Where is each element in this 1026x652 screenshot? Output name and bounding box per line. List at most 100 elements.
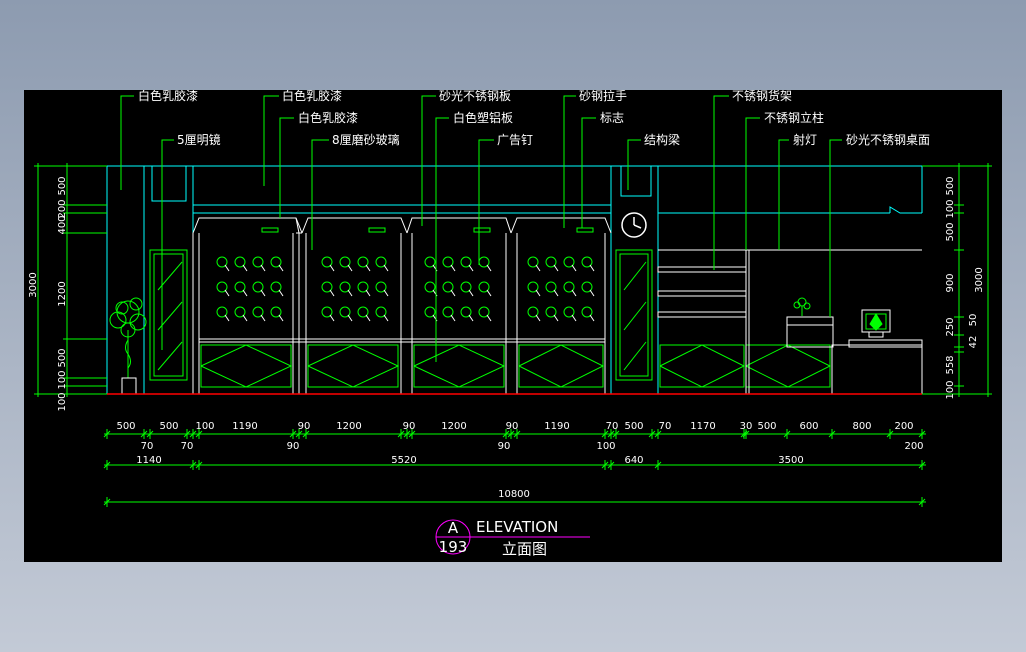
dim-b3: 500 — [159, 421, 178, 432]
annotation-labels: 白色乳胶漆 白色乳胶漆 砂光不锈钢板 砂钢拉手 不锈钢货架 白色乳胶漆 白色塑铝… — [138, 90, 930, 147]
display-peg-hook — [278, 264, 284, 272]
display-peg-hook — [535, 314, 541, 322]
dim-b16: 1170 — [690, 421, 715, 432]
dims-left: 3000 500 200 400 1200 500 100 100 — [28, 176, 68, 411]
display-peg-hook — [553, 314, 559, 322]
dimension-lines — [34, 163, 992, 503]
dim-b8: 1200 — [336, 421, 361, 432]
display-peg-hook — [347, 264, 353, 272]
cad-drawing-area: 白色乳胶漆 白色乳胶漆 砂光不锈钢板 砂钢拉手 不锈钢货架 白色乳胶漆 白色塑铝… — [24, 90, 1002, 562]
display-peg-hook — [365, 289, 371, 297]
dim-c5: 100 — [596, 441, 615, 452]
monitor-screen — [865, 313, 887, 331]
dim-left-400: 400 — [57, 215, 68, 234]
display-peg-hook — [329, 314, 335, 322]
label-mirror: 5厘明镜 — [177, 132, 221, 147]
display-peg-hook — [486, 314, 492, 322]
display-peg-hook — [329, 264, 335, 272]
display-peg-hook — [553, 264, 559, 272]
display-peg-hook — [260, 264, 266, 272]
dim-right-250: 250 — [945, 317, 956, 336]
display-peg-hook — [383, 264, 389, 272]
dim-b14: 500 — [624, 421, 643, 432]
phone-display-pegs — [216, 256, 595, 322]
dim-b20: 800 — [852, 421, 871, 432]
elevation-outline — [106, 165, 923, 395]
dim-c4: 90 — [498, 441, 511, 452]
dim-b7: 90 — [298, 421, 311, 432]
display-peg-hook — [468, 289, 474, 297]
label-white-plastic-aluminum: 白色塑铝板 — [453, 110, 513, 125]
label-ad-nail: 广告钉 — [497, 133, 533, 147]
display-peg-hook — [571, 264, 577, 272]
label-sanded-steel-plate: 砂光不锈钢板 — [439, 90, 511, 103]
label-white-latex-3: 白色乳胶漆 — [298, 110, 358, 125]
dim-b12: 1190 — [544, 421, 569, 432]
display-peg-hook — [468, 314, 474, 322]
display-peg-hook — [383, 289, 389, 297]
dim-b19: 600 — [799, 421, 818, 432]
label-steel-handle: 砂钢拉手 — [579, 90, 627, 103]
display-peg-hook — [589, 289, 595, 297]
dim-right-outer: 3000 — [974, 267, 985, 292]
display-peg-hook — [450, 314, 456, 322]
display-peg-hook — [571, 314, 577, 322]
dim-b11: 90 — [506, 421, 519, 432]
title-block: A 193 ELEVATION 立面图 — [435, 518, 590, 558]
dim-b18: 500 — [757, 421, 776, 432]
dim-left-500: 500 — [57, 176, 68, 195]
display-peg-hook — [571, 289, 577, 297]
display-peg-hook — [278, 289, 284, 297]
dim-right-500b: 500 — [945, 222, 956, 241]
section-letter: A — [448, 519, 459, 537]
dim-right-50: 50 — [968, 314, 979, 327]
display-peg-hook — [260, 314, 266, 322]
display-cabinets — [192, 217, 612, 394]
label-steel-shelf: 不锈钢货架 — [732, 90, 792, 103]
display-peg-hook — [535, 264, 541, 272]
dim-b5: 100 — [195, 421, 214, 432]
dim-left-100: 100 — [57, 370, 68, 389]
display-peg-hook — [242, 264, 248, 272]
label-white-latex-2: 白色乳胶漆 — [282, 90, 342, 103]
display-peg-hook — [242, 289, 248, 297]
display-peg-hook — [589, 264, 595, 272]
leader-lines — [120, 95, 842, 362]
dim-right-500: 500 — [945, 176, 956, 195]
dim-c8: 200 — [904, 441, 923, 452]
label-spotlight: 射灯 — [793, 132, 817, 147]
display-peg-hook — [224, 314, 230, 322]
title-english: ELEVATION — [476, 518, 558, 536]
display-peg-hook — [242, 314, 248, 322]
dim-c2: 90 — [287, 441, 300, 452]
label-logo: 标志 — [600, 111, 624, 125]
dim-b1: 500 — [116, 421, 135, 432]
sheet-number: 193 — [439, 538, 468, 556]
dim-c3: 5520 — [391, 455, 416, 466]
display-peg-hook — [450, 264, 456, 272]
dims-bottom-row2: 1140 90 5520 90 100 640 3500 200 10800 — [136, 441, 923, 500]
display-peg-hook — [383, 314, 389, 322]
dim-b17: 30 — [740, 421, 753, 432]
wall-clock — [621, 212, 647, 238]
display-peg-hook — [347, 289, 353, 297]
desk-plant — [793, 297, 811, 316]
dim-b2: 70 — [141, 441, 154, 452]
dim-left-1200: 1200 — [57, 281, 68, 306]
potted-plant — [109, 297, 147, 395]
dim-b6: 1190 — [232, 421, 257, 432]
display-peg-hook — [260, 289, 266, 297]
dim-left-100b: 100 — [57, 392, 68, 411]
label-steel-column: 不锈钢立柱 — [764, 110, 824, 125]
display-peg-hook — [486, 289, 492, 297]
display-peg-hook — [450, 289, 456, 297]
display-peg-hook — [468, 264, 474, 272]
dim-right-558: 558 — [945, 355, 956, 374]
label-white-latex-1: 白色乳胶漆 — [138, 90, 198, 103]
cabinet-doors — [200, 344, 832, 388]
display-peg-hook — [535, 289, 541, 297]
dim-b13: 70 — [606, 421, 619, 432]
dim-total: 10800 — [498, 489, 530, 500]
dim-right-42: 42 — [968, 336, 979, 349]
title-chinese: 立面图 — [502, 540, 547, 558]
